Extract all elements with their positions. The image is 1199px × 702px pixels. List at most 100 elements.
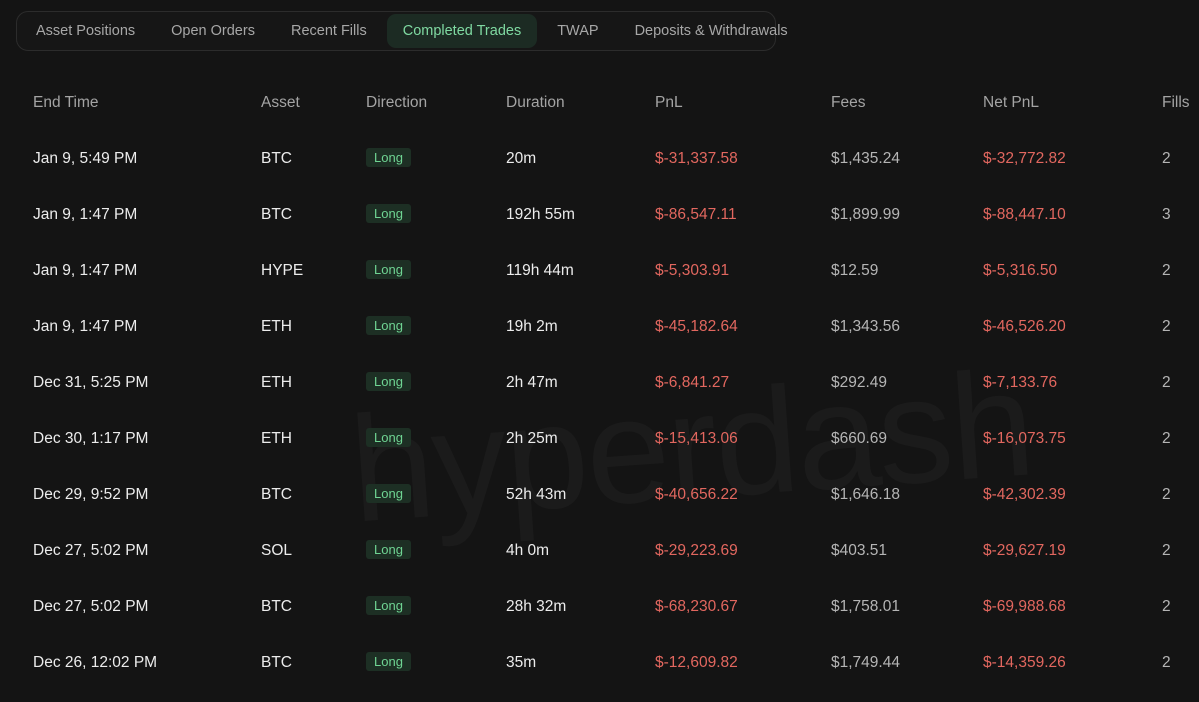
- tab-deposits-withdrawals[interactable]: Deposits & Withdrawals: [619, 14, 804, 48]
- net-pnl-cell: $-14,359.26: [983, 654, 1066, 671]
- column-header-duration[interactable]: Duration: [506, 75, 565, 131]
- table-row[interactable]: Dec 30, 1:17 PM ETH Long 2h 25m $-15,413…: [0, 411, 1199, 467]
- end-time-cell: Dec 29, 9:52 PM: [33, 486, 149, 503]
- fees-cell: $1,435.24: [831, 150, 900, 167]
- asset-cell: HYPE: [261, 262, 304, 279]
- fills-cell: 2: [1162, 318, 1171, 335]
- net-pnl-cell: $-29,627.19: [983, 542, 1066, 559]
- table-row[interactable]: Dec 27, 5:02 PM BTC Long 28h 32m $-68,23…: [0, 579, 1199, 635]
- fills-cell: 2: [1162, 654, 1171, 671]
- fills-cell: 2: [1162, 486, 1171, 503]
- direction-badge: Long: [366, 484, 411, 504]
- tab-asset-positions[interactable]: Asset Positions: [19, 14, 151, 48]
- direction-cell: Long: [366, 131, 411, 187]
- completed-trades-page: hyperdash Asset Positions Open Orders Re…: [0, 0, 1199, 702]
- duration-cell: 19h 2m: [506, 318, 558, 335]
- end-time-cell: Dec 27, 5:02 PM: [33, 598, 149, 615]
- end-time-cell: Dec 30, 1:17 PM: [33, 430, 149, 447]
- fees-cell: $403.51: [831, 542, 888, 559]
- fills-cell: 3: [1162, 206, 1171, 223]
- direction-cell: Long: [366, 243, 411, 299]
- fills-cell: 2: [1162, 430, 1171, 447]
- pnl-cell: $-40,656.22: [655, 486, 738, 503]
- direction-cell: Long: [366, 635, 411, 691]
- direction-badge: Long: [366, 260, 411, 280]
- pnl-cell: $-31,337.58: [655, 150, 738, 167]
- net-pnl-cell: $-5,316.50: [983, 262, 1058, 279]
- direction-badge: Long: [366, 204, 411, 224]
- fees-cell: $1,899.99: [831, 206, 900, 223]
- asset-cell: ETH: [261, 374, 292, 391]
- end-time-cell: Jan 9, 1:47 PM: [33, 206, 138, 223]
- direction-cell: Long: [366, 523, 411, 579]
- pnl-cell: $-29,223.69: [655, 542, 738, 559]
- table-row[interactable]: Dec 27, 5:02 PM SOL Long 4h 0m $-29,223.…: [0, 523, 1199, 579]
- asset-cell: ETH: [261, 430, 292, 447]
- pnl-cell: $-15,413.06: [655, 430, 738, 447]
- asset-cell: BTC: [261, 486, 292, 503]
- fees-cell: $12.59: [831, 262, 879, 279]
- duration-cell: 28h 32m: [506, 598, 567, 615]
- direction-badge: Long: [366, 652, 411, 672]
- fees-cell: $1,758.01: [831, 598, 900, 615]
- column-header-direction[interactable]: Direction: [366, 75, 427, 131]
- table-row[interactable]: Jan 9, 5:49 PM BTC Long 20m $-31,337.58 …: [0, 131, 1199, 187]
- column-header-fees[interactable]: Fees: [831, 75, 865, 131]
- column-header-fills[interactable]: Fills: [1162, 75, 1190, 131]
- end-time-cell: Dec 27, 5:02 PM: [33, 542, 149, 559]
- end-time-cell: Dec 31, 5:25 PM: [33, 374, 149, 391]
- duration-cell: 52h 43m: [506, 486, 567, 503]
- asset-cell: ETH: [261, 318, 292, 335]
- direction-cell: Long: [366, 579, 411, 635]
- net-pnl-cell: $-42,302.39: [983, 486, 1066, 503]
- column-header-pnl[interactable]: PnL: [655, 75, 683, 131]
- column-header-net-pnl[interactable]: Net PnL: [983, 75, 1039, 131]
- asset-cell: BTC: [261, 654, 292, 671]
- fills-cell: 2: [1162, 598, 1171, 615]
- direction-badge: Long: [366, 428, 411, 448]
- fees-cell: $1,749.44: [831, 654, 900, 671]
- end-time-cell: Jan 9, 1:47 PM: [33, 318, 138, 335]
- asset-cell: BTC: [261, 206, 292, 223]
- direction-badge: Long: [366, 596, 411, 616]
- pnl-cell: $-6,841.27: [655, 374, 730, 391]
- completed-trades-table: End Time Asset Direction Duration PnL Fe…: [0, 75, 1199, 691]
- table-row[interactable]: Dec 31, 5:25 PM ETH Long 2h 47m $-6,841.…: [0, 355, 1199, 411]
- duration-cell: 2h 25m: [506, 430, 558, 447]
- end-time-cell: Jan 9, 1:47 PM: [33, 262, 138, 279]
- table-row[interactable]: Dec 26, 12:02 PM BTC Long 35m $-12,609.8…: [0, 635, 1199, 691]
- tab-recent-fills[interactable]: Recent Fills: [275, 14, 383, 48]
- table-row[interactable]: Jan 9, 1:47 PM ETH Long 19h 2m $-45,182.…: [0, 299, 1199, 355]
- asset-cell: BTC: [261, 598, 292, 615]
- direction-badge: Long: [366, 316, 411, 336]
- duration-cell: 119h 44m: [506, 262, 574, 279]
- asset-cell: SOL: [261, 542, 293, 559]
- net-pnl-cell: $-7,133.76: [983, 374, 1058, 391]
- duration-cell: 20m: [506, 150, 537, 167]
- direction-badge: Long: [366, 540, 411, 560]
- fills-cell: 2: [1162, 150, 1171, 167]
- tab-bar: Asset Positions Open Orders Recent Fills…: [16, 11, 788, 51]
- column-header-end-time[interactable]: End Time: [33, 75, 98, 131]
- net-pnl-cell: $-32,772.82: [983, 150, 1066, 167]
- direction-cell: Long: [366, 187, 411, 243]
- fees-cell: $292.49: [831, 374, 888, 391]
- column-header-asset[interactable]: Asset: [261, 75, 300, 131]
- pnl-cell: $-86,547.11: [655, 206, 737, 223]
- direction-badge: Long: [366, 372, 411, 392]
- direction-cell: Long: [366, 299, 411, 355]
- direction-cell: Long: [366, 411, 411, 467]
- direction-cell: Long: [366, 355, 411, 411]
- fees-cell: $1,343.56: [831, 318, 900, 335]
- tab-twap[interactable]: TWAP: [541, 14, 614, 48]
- table-row[interactable]: Jan 9, 1:47 PM HYPE Long 119h 44m $-5,30…: [0, 243, 1199, 299]
- end-time-cell: Jan 9, 5:49 PM: [33, 150, 138, 167]
- tab-completed-trades[interactable]: Completed Trades: [386, 14, 538, 48]
- pnl-cell: $-45,182.64: [655, 318, 738, 335]
- table-row[interactable]: Dec 29, 9:52 PM BTC Long 52h 43m $-40,65…: [0, 467, 1199, 523]
- end-time-cell: Dec 26, 12:02 PM: [33, 654, 158, 671]
- tab-open-orders[interactable]: Open Orders: [155, 14, 271, 48]
- direction-badge: Long: [366, 148, 411, 168]
- fills-cell: 2: [1162, 374, 1171, 391]
- table-row[interactable]: Jan 9, 1:47 PM BTC Long 192h 55m $-86,54…: [0, 187, 1199, 243]
